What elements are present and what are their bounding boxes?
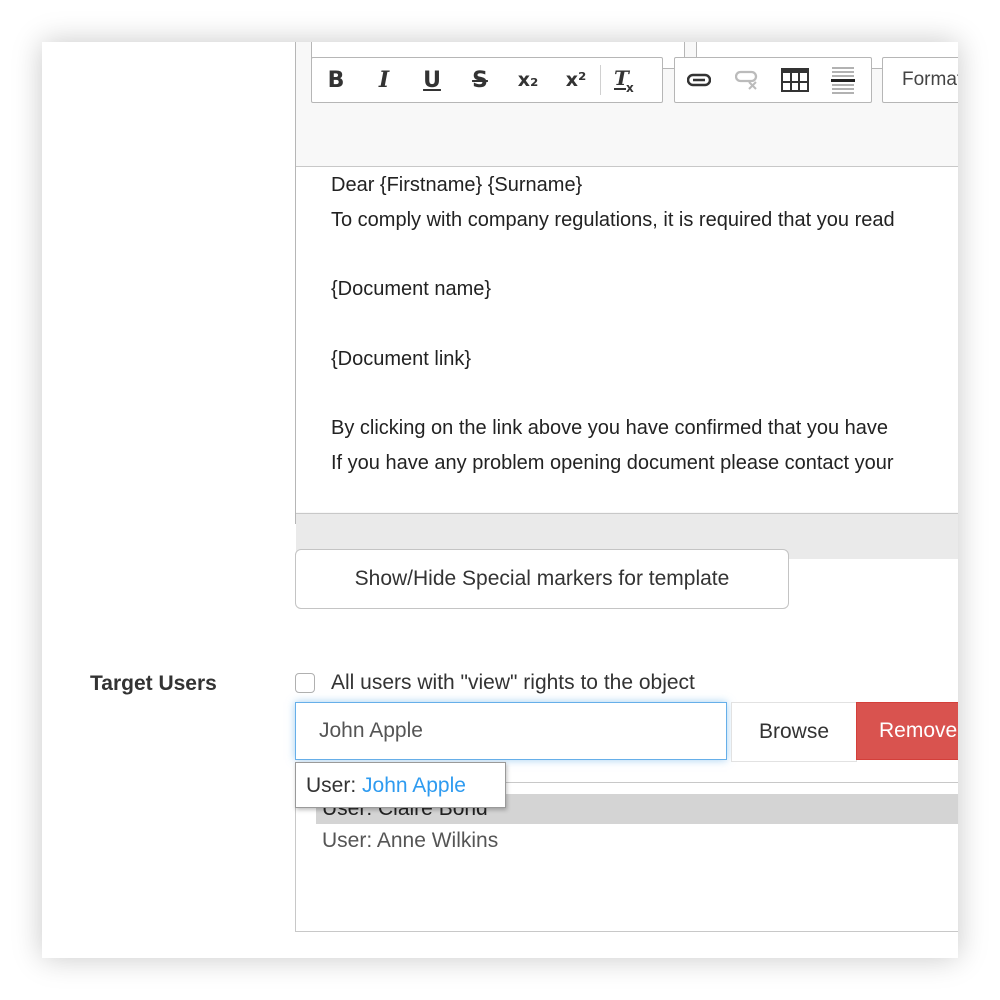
autocomplete-suggestion[interactable]: User: John Apple	[295, 762, 506, 808]
content-line: By clicking on the link above you have c…	[331, 417, 888, 439]
suggestion-name: John Apple	[362, 774, 466, 797]
list-item[interactable]: User: Anne Wilkins	[296, 826, 958, 856]
content-line: {Document link}	[331, 348, 472, 370]
unlink-button[interactable]	[723, 58, 771, 102]
content-line: Dear {Firstname} {Surname}	[331, 174, 583, 196]
all-users-checkbox[interactable]	[295, 673, 315, 693]
suggestion-prefix: User:	[306, 774, 363, 797]
target-users-label: Target Users	[90, 672, 217, 695]
superscript-button[interactable]: x²	[552, 58, 600, 102]
remove-button[interactable]: Remove	[856, 702, 958, 760]
user-search-input[interactable]	[295, 702, 727, 760]
horizontal-rule-button[interactable]	[819, 58, 867, 102]
basic-styles-group: B I U S x₂ x² T x	[311, 57, 663, 103]
toggle-markers-button[interactable]: Show/Hide Special markers for template	[295, 549, 789, 609]
format-dropdown-label: Format	[902, 69, 958, 90]
table-icon	[781, 68, 809, 92]
unlink-icon	[735, 70, 758, 90]
subscript-button[interactable]: x₂	[504, 58, 552, 102]
underline-button[interactable]: U	[408, 58, 456, 102]
content-line: {Document name}	[331, 278, 492, 300]
svg-text:x: x	[626, 81, 634, 93]
link-icon	[687, 73, 711, 87]
editor-content[interactable]: Dear {Firstname} {Surname} To comply wit…	[296, 167, 958, 512]
horizontal-rule-icon	[831, 67, 855, 94]
format-dropdown[interactable]: Format	[882, 57, 958, 103]
remove-format-icon: T x	[614, 67, 634, 93]
all-users-checkbox-label[interactable]: All users with "view" rights to the obje…	[331, 671, 695, 695]
remove-format-button[interactable]: T x	[601, 58, 649, 102]
rich-text-editor: B I U S x₂ x² T x Format Dear {Firstname…	[295, 42, 958, 559]
bold-button[interactable]: B	[312, 58, 360, 102]
link-button[interactable]	[675, 58, 723, 102]
insert-group	[674, 57, 872, 103]
editor-toolbar: B I U S x₂ x² T x Format	[296, 42, 958, 167]
page-window: B I U S x₂ x² T x Format Dear {Firstname…	[42, 42, 958, 958]
browse-button[interactable]: Browse	[731, 702, 857, 762]
table-button[interactable]	[771, 58, 819, 102]
content-line: To comply with company regulations, it i…	[331, 209, 895, 231]
italic-button[interactable]: I	[360, 58, 408, 102]
content-line: If you have any problem opening document…	[331, 452, 894, 474]
strikethrough-button[interactable]: S	[456, 58, 504, 102]
